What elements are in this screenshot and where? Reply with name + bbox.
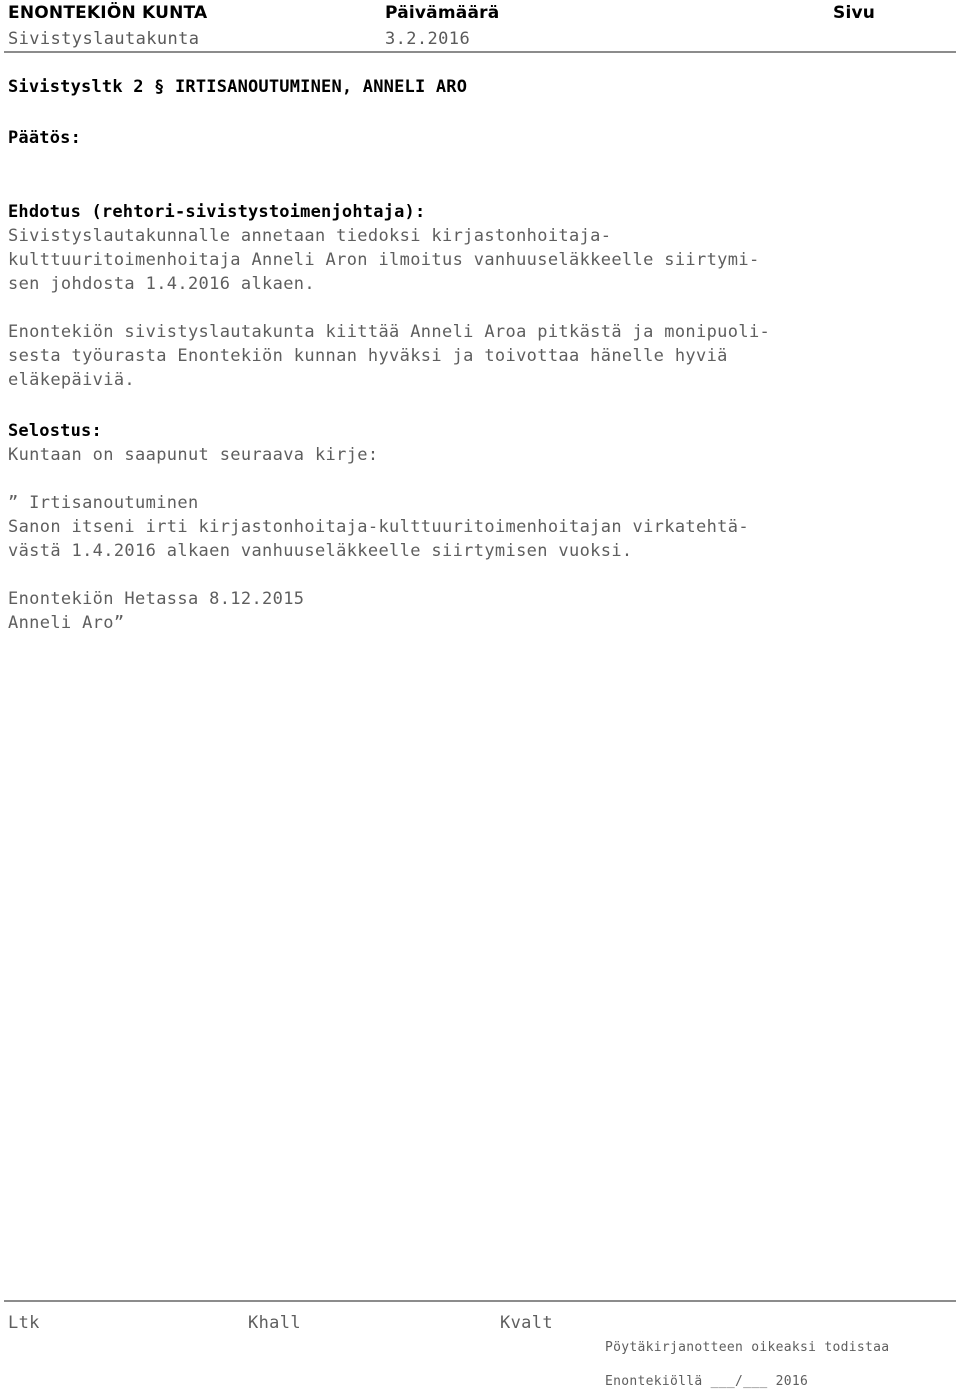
letter-signature-line: Anneli Aro” bbox=[8, 613, 125, 633]
proposal-line: sen johdosta 1.4.2016 alkaen. bbox=[8, 274, 315, 294]
letter-line: västä 1.4.2016 alkaen vanhuuseläkkeelle … bbox=[8, 541, 633, 561]
letter-signature-line: Enontekiön Hetassa 8.12.2015 bbox=[8, 589, 305, 609]
footer-place-and-date: Enontekiöllä ___/___ 2016 bbox=[605, 1374, 809, 1389]
header-page-label: Sivu bbox=[833, 3, 876, 23]
document-page: ENONTEKIÖN KUNTA Päivämäärä Sivu Sivisty… bbox=[0, 0, 960, 1393]
header-value-row: Sivistyslautakunta 3.2.2016 bbox=[0, 26, 960, 52]
header-date-value: 3.2.2016 bbox=[385, 29, 471, 49]
letter-line: Sanon itseni irti kirjastonhoitaja-kultt… bbox=[8, 517, 749, 537]
header-organization-label: ENONTEKIÖN KUNTA bbox=[8, 3, 208, 23]
proposal-line: kulttuuritoimenhoitaja Anneli Aron ilmoi… bbox=[8, 250, 760, 270]
footer-signature-ltk: Ltk bbox=[8, 1313, 40, 1333]
thanks-line: eläkepäiviä. bbox=[8, 370, 136, 390]
footer-certification-text: Pöytäkirjanotteen oikeaksi todistaa bbox=[605, 1340, 890, 1355]
footer-signature-kvalt: Kvalt bbox=[500, 1313, 553, 1333]
thanks-line: sesta työurasta Enontekiön kunnan hyväks… bbox=[8, 346, 728, 366]
proposal-heading: Ehdotus (rehtori-sivistystoimenjohtaja): bbox=[8, 202, 426, 222]
letter-line: ” Irtisanoutuminen bbox=[8, 493, 199, 513]
account-intro: Kuntaan on saapunut seuraava kirje: bbox=[8, 445, 379, 465]
header-divider bbox=[4, 51, 956, 53]
section-title: Sivistysltk 2 § IRTISANOUTUMINEN, ANNELI… bbox=[8, 77, 468, 97]
decision-heading: Päätös: bbox=[8, 128, 82, 148]
header-board-name: Sivistyslautakunta bbox=[8, 29, 200, 49]
document-header: ENONTEKIÖN KUNTA Päivämäärä Sivu Sivisty… bbox=[0, 0, 960, 52]
header-label-row: ENONTEKIÖN KUNTA Päivämäärä Sivu bbox=[0, 0, 960, 26]
footer-divider bbox=[4, 1300, 956, 1302]
footer-signature-khall: Khall bbox=[248, 1313, 301, 1333]
header-date-label: Päivämäärä bbox=[385, 3, 500, 23]
account-heading: Selostus: bbox=[8, 421, 102, 441]
thanks-line: Enontekiön sivistyslautakunta kiittää An… bbox=[8, 322, 771, 342]
proposal-line: Sivistyslautakunnalle annetaan tiedoksi … bbox=[8, 226, 612, 246]
